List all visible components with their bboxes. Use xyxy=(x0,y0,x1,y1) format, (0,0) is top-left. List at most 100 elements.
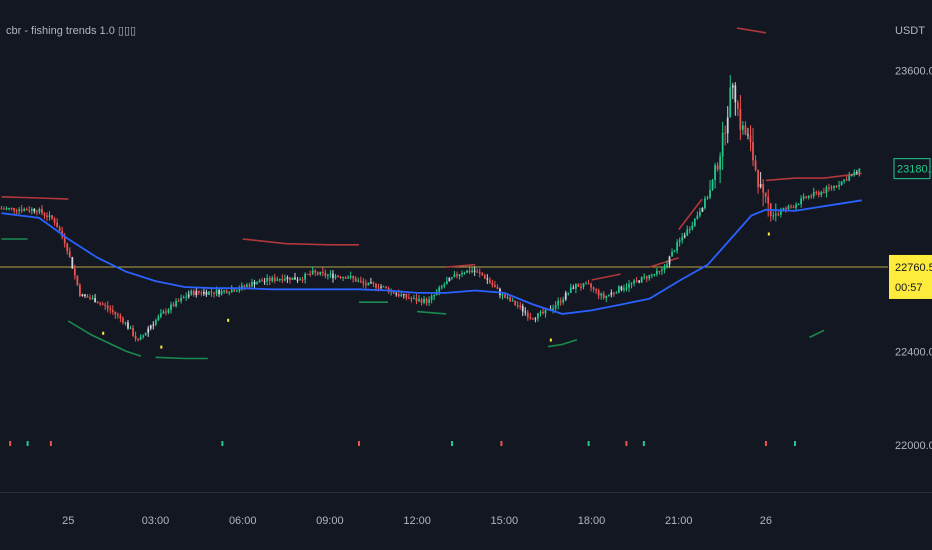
time-axis[interactable]: 25 03:00 06:00 09:00 12:00 15:00 18:00 21:00 26 xyxy=(0,492,932,528)
candle-body xyxy=(177,300,180,302)
candle-body xyxy=(127,322,129,329)
candle-body xyxy=(263,281,266,283)
candle-body xyxy=(509,297,511,301)
candle-body xyxy=(99,303,102,305)
candle-body xyxy=(197,291,200,293)
candle-body xyxy=(792,206,795,208)
candle-body xyxy=(266,277,269,282)
candle-body xyxy=(134,335,137,339)
candle-body xyxy=(676,242,678,251)
candle-body xyxy=(714,165,716,181)
candle-body xyxy=(787,206,790,210)
candle-body xyxy=(215,290,218,294)
candle-body xyxy=(840,181,843,186)
candle-body xyxy=(648,274,651,279)
candle-body xyxy=(258,280,261,283)
candle-body xyxy=(496,287,499,289)
candle-body xyxy=(600,293,603,296)
candle-body xyxy=(271,277,274,281)
bottom-signal-marker xyxy=(587,441,590,446)
lower-band-segment xyxy=(417,310,447,315)
candle-body xyxy=(830,187,833,189)
candle-body xyxy=(848,176,851,181)
candle-body xyxy=(89,297,91,299)
candle-body xyxy=(395,293,398,295)
candle-body xyxy=(721,132,724,157)
candle-body xyxy=(321,271,324,273)
candle-body xyxy=(747,134,749,136)
candle-body xyxy=(299,279,301,281)
candle-body xyxy=(362,281,365,284)
candle-body xyxy=(311,270,314,274)
candle-body xyxy=(73,268,76,276)
candle-body xyxy=(124,322,127,324)
signal-dot xyxy=(227,318,230,322)
lower-band-segment xyxy=(155,356,208,360)
candlestick-chart[interactable]: USDT 23600.00 22400.00 22000.00 23180.19 2276… xyxy=(0,0,932,550)
candle-body xyxy=(762,183,765,193)
candle-body xyxy=(807,195,810,198)
candle-body xyxy=(23,209,26,211)
candle-body xyxy=(352,276,355,279)
candle-body xyxy=(734,85,737,103)
price-axis[interactable]: USDT 23600.00 22400.00 22000.00 23180.19 2276… xyxy=(889,25,932,452)
candle-body xyxy=(716,165,719,170)
candle-body xyxy=(453,274,456,278)
candle-body xyxy=(812,192,815,197)
candle-body xyxy=(304,273,307,280)
candle-body xyxy=(719,156,722,170)
candle-body xyxy=(5,208,8,210)
plot-area[interactable] xyxy=(0,27,888,446)
candle-body xyxy=(696,215,699,219)
candle-body xyxy=(332,273,334,278)
candle-body xyxy=(471,270,474,273)
candle-body xyxy=(33,209,36,212)
candle-body xyxy=(10,208,13,210)
candle-body xyxy=(205,291,208,295)
time-axis-label: 21:00 xyxy=(665,515,693,527)
candle-body xyxy=(605,295,608,298)
candle-body xyxy=(337,275,339,277)
candle-body xyxy=(739,108,742,130)
candle-body xyxy=(172,304,175,307)
candle-body xyxy=(314,270,317,273)
candle-body xyxy=(137,338,139,340)
candle-body xyxy=(430,296,433,300)
candle-body xyxy=(595,288,598,291)
candle-body xyxy=(542,311,544,314)
time-axis-label: 09:00 xyxy=(316,515,344,527)
candle-body xyxy=(402,293,405,295)
candle-body xyxy=(478,271,481,274)
candle-body xyxy=(109,308,112,310)
candle-body xyxy=(514,300,517,305)
candle-body xyxy=(28,210,31,212)
candle-body xyxy=(261,280,263,282)
candle-body xyxy=(238,289,241,291)
indicator-title[interactable]: cbr - fishing trends 1.0 ▯▯▯ xyxy=(6,24,136,37)
countdown-label: 00:57 xyxy=(895,282,923,294)
candle-body xyxy=(170,304,172,310)
candle-body xyxy=(537,313,539,319)
time-axis-label: 15:00 xyxy=(491,515,519,527)
candle-body xyxy=(132,328,134,336)
candle-body xyxy=(46,215,48,218)
upper-band-segment xyxy=(736,27,767,34)
candle-body xyxy=(673,250,676,252)
candle-body xyxy=(139,336,142,340)
candle-body xyxy=(754,160,757,170)
candle-body xyxy=(772,215,775,217)
candle-body xyxy=(663,267,666,270)
candle-body xyxy=(230,289,233,293)
signal-dot xyxy=(160,345,163,349)
candle-body xyxy=(838,185,840,187)
candle-body xyxy=(445,281,448,285)
lower-band-segment xyxy=(547,338,578,348)
candle-body xyxy=(407,297,410,299)
candle-body xyxy=(825,187,828,193)
candle-body xyxy=(56,222,59,228)
candle-body xyxy=(397,293,400,297)
candle-body xyxy=(8,208,10,210)
candle-body xyxy=(506,297,509,299)
candle-body xyxy=(291,277,294,281)
candle-body xyxy=(157,316,160,321)
